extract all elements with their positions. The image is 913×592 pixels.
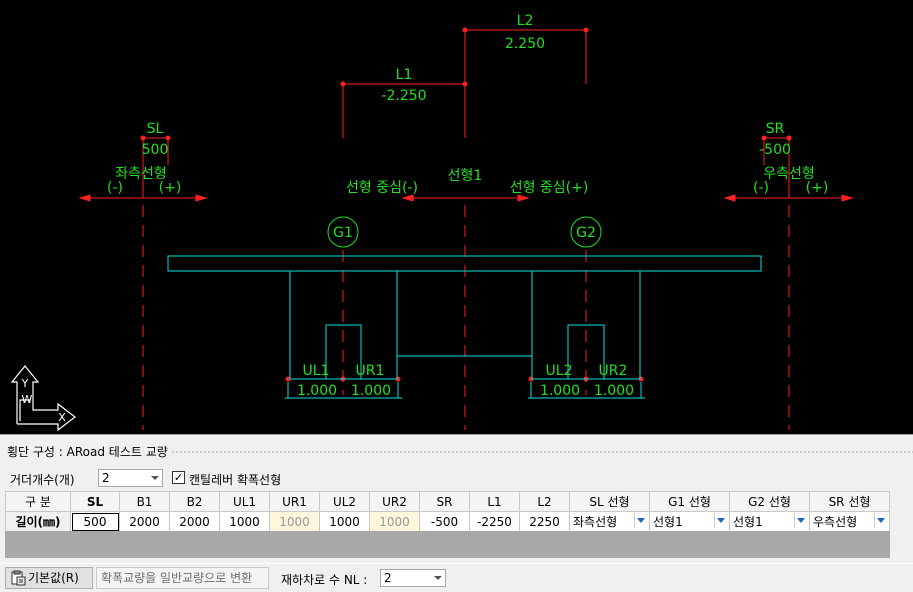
drawing-canvas[interactable]: L2 2.250 L1 -2.250 SL 500 SR -500 좌측선형 우… xyxy=(0,0,913,434)
header-cell: G2 선형 xyxy=(729,491,810,512)
arrowhead-e xyxy=(723,194,736,202)
header-cell: B2 xyxy=(169,491,220,512)
value-sr: -500 xyxy=(759,142,791,158)
label-right-minus: (-) xyxy=(753,180,769,196)
value-l2: 2.250 xyxy=(505,36,545,52)
header-cell: G1 선형 xyxy=(649,491,730,512)
label-sr: SR xyxy=(766,121,785,137)
cell-sl-alignment[interactable]: 좌측선형 xyxy=(569,511,650,532)
label-center-minus: 선형 중심(-) xyxy=(346,180,418,196)
label-ur1: UR1 xyxy=(356,363,385,379)
cell-b1[interactable]: 2000 xyxy=(119,511,170,532)
cell-sr-alignment[interactable]: 우측선형 xyxy=(809,511,890,532)
dropdown-arrow-icon[interactable] xyxy=(794,513,808,528)
cantilever-checkbox[interactable]: ✓ xyxy=(172,471,185,484)
cross-section-panel: 횡단 구성 : ARoad 테스트 교량 거더개수(개) 2 ✓ 캔틸레버 확폭… xyxy=(0,434,913,591)
convert-to-normal-bridge-button[interactable]: 확폭교량을 일반교량으로 변환 xyxy=(96,567,269,589)
label-center-align: 선형1 xyxy=(448,168,483,184)
header-cell: UR1 xyxy=(269,491,320,512)
cell-ul2[interactable]: 1000 xyxy=(319,511,370,532)
cell-l1[interactable]: -2250 xyxy=(469,511,520,532)
value-l1: -2.250 xyxy=(381,88,426,104)
cell-sr-alignment-value: 우측선형 xyxy=(813,515,858,529)
arrowhead-a xyxy=(78,194,91,202)
cell-g2-alignment-value: 선형1 xyxy=(733,515,763,529)
header-cell: B1 xyxy=(119,491,170,512)
lanes-value: 2 xyxy=(384,571,392,585)
girder-count-value: 2 xyxy=(102,471,110,485)
label-ur2: UR2 xyxy=(599,363,628,379)
cell-g2-alignment[interactable]: 선형1 xyxy=(729,511,810,532)
label-left-plus: (+) xyxy=(159,180,182,196)
table-empty-area xyxy=(5,531,890,558)
cell-l2[interactable]: 2250 xyxy=(519,511,570,532)
header-cell: SR 선형 xyxy=(809,491,890,512)
cell-b2[interactable]: 2000 xyxy=(169,511,220,532)
cell-sr[interactable]: -500 xyxy=(419,511,470,532)
clipboard-icon xyxy=(11,570,26,586)
header-cell: UL2 xyxy=(319,491,370,512)
label-right-plus: (+) xyxy=(806,180,829,196)
cell-sl-alignment-value: 좌측선형 xyxy=(573,515,618,529)
bottom-toolbar: 기본값(R) 확폭교량을 일반교량으로 변환 재하차로 수 NL : 2 xyxy=(0,563,913,592)
girder-count-combo[interactable]: 2 xyxy=(98,469,163,487)
default-values-label: 기본값(R) xyxy=(28,571,79,585)
header-cell: 구 분 xyxy=(5,491,71,512)
chevron-down-icon xyxy=(151,476,159,480)
header-cell: L1 xyxy=(469,491,520,512)
girder-count-label: 거더개수(개) xyxy=(10,473,75,487)
header-cell: SL xyxy=(70,491,120,512)
header-cell: SR xyxy=(419,491,470,512)
value-sl: 500 xyxy=(142,142,169,158)
row-label: 길이(㎜) xyxy=(5,511,71,532)
header-cell: L2 xyxy=(519,491,570,512)
value-ul2: 1.000 xyxy=(540,383,580,399)
dropdown-arrow-icon[interactable] xyxy=(714,513,728,528)
table-header-row: 구 분 SL B1 B2 UL1 UR1 UL2 UR2 SR L1 L2 SL… xyxy=(5,491,890,512)
panel-title-bar: 횡단 구성 : ARoad 테스트 교량 xyxy=(0,443,913,460)
header-cell: SL 선형 xyxy=(569,491,650,512)
header-cell: UR2 xyxy=(369,491,420,512)
panel-title: 횡단 구성 : ARoad 테스트 교량 xyxy=(7,443,172,460)
header-cell: UL1 xyxy=(219,491,270,512)
label-g2: G2 xyxy=(576,225,596,241)
arrowhead-b xyxy=(195,194,208,202)
cell-ur2: 1000 xyxy=(369,511,420,532)
axis-y-letter: Y xyxy=(21,377,29,390)
lanes-combo[interactable]: 2 xyxy=(380,569,446,587)
label-left-minus: (-) xyxy=(107,180,123,196)
label-l1: L1 xyxy=(396,67,413,83)
cell-ul1[interactable]: 1000 xyxy=(219,511,270,532)
dropdown-arrow-icon[interactable] xyxy=(634,513,648,528)
value-ur1: 1.000 xyxy=(351,383,391,399)
label-ul1: UL1 xyxy=(303,363,330,379)
label-center-plus: 선형 중심(+) xyxy=(510,180,589,196)
dropdown-arrow-icon[interactable] xyxy=(874,513,888,528)
arrowhead-f xyxy=(841,194,854,202)
convert-button-label: 확폭교량을 일반교량으로 변환 xyxy=(101,571,253,585)
section-table: 구 분 SL B1 B2 UL1 UR1 UL2 UR2 SR L1 L2 SL… xyxy=(5,491,890,532)
value-ul1: 1.000 xyxy=(297,383,337,399)
default-values-button[interactable]: 기본값(R) xyxy=(5,567,93,589)
check-icon: ✓ xyxy=(173,471,184,484)
girder-count-row: 거더개수(개) 2 ✓ 캔틸레버 확폭선형 xyxy=(10,469,610,489)
cell-g1-alignment[interactable]: 선형1 xyxy=(649,511,730,532)
axis-x-letter: X xyxy=(58,411,66,424)
chevron-down-icon xyxy=(434,576,442,580)
label-l2: L2 xyxy=(517,13,534,29)
label-sl: SL xyxy=(147,121,164,137)
cell-ur1: 1000 xyxy=(269,511,320,532)
axis-w-letter: W xyxy=(22,393,33,406)
value-ur2: 1.000 xyxy=(594,383,634,399)
cantilever-checkbox-label[interactable]: 캔틸레버 확폭선형 xyxy=(189,471,281,488)
cell-g1-alignment-value: 선형1 xyxy=(653,515,683,529)
lanes-label: 재하차로 수 NL : xyxy=(281,573,368,587)
dim-nodes xyxy=(140,27,792,382)
label-g1: G1 xyxy=(333,225,353,241)
cell-sl[interactable]: 500 xyxy=(70,511,120,532)
table-row: 길이(㎜) 500 2000 2000 1000 1000 1000 1000 … xyxy=(5,511,890,532)
label-ul2: UL2 xyxy=(546,363,573,379)
